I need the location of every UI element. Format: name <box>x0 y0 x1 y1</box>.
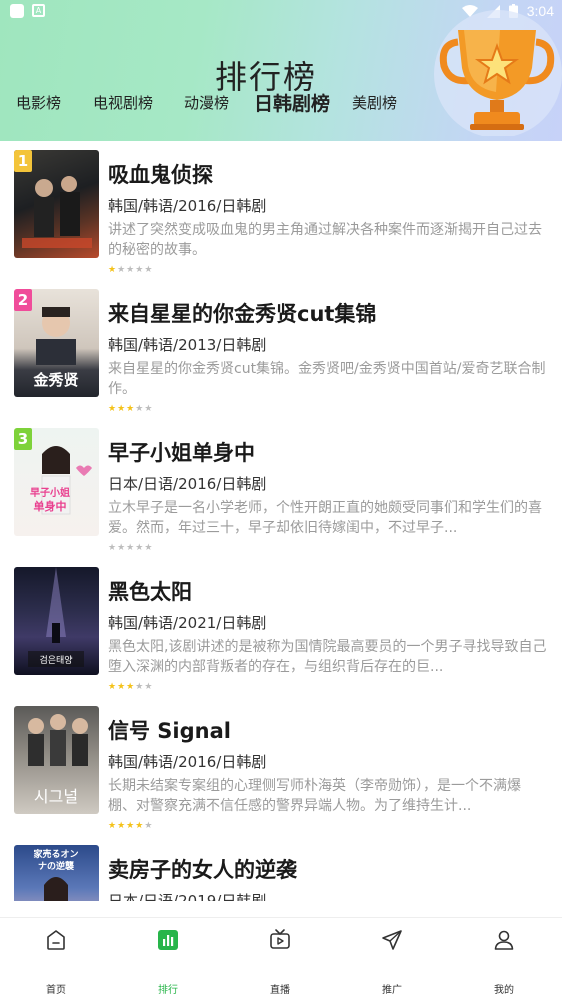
poster-image: 검은태양 <box>14 567 99 675</box>
nav-label: 推广 <box>382 985 402 996</box>
item-meta: 日本/日语/2019/日韩剧 <box>108 892 267 901</box>
item-meta: 韩国/韩语/2016/日韩剧 <box>108 753 267 771</box>
nav-ranking[interactable]: 排行 <box>112 918 224 1001</box>
star-empty-icon: ★ <box>135 265 144 275</box>
item-meta: 韩国/韩语/2016/日韩剧 <box>108 197 267 215</box>
item-description: 黑色太阳,该剧讲述的是被称为国情院最高要员的一个男子寻找导致自己堕入深渊的内部背… <box>108 639 547 675</box>
rank-badge: 1 <box>14 150 32 172</box>
star-empty-icon: ★ <box>144 821 153 831</box>
svg-text:검은태양: 검은태양 <box>39 654 72 666</box>
tab-us-drama[interactable]: 美剧榜 <box>352 92 397 113</box>
item-meta: 日本/日语/2016/日韩剧 <box>108 475 267 493</box>
star-filled-icon: ★ <box>108 682 117 692</box>
star-empty-icon: ★ <box>117 543 126 553</box>
star-rating: ★ ★ ★ ★ ★ <box>108 682 152 692</box>
poster-image: 早子小姐 单身中 3 <box>14 428 99 536</box>
item-description: 立木早子是一名小学老师，个性开朗正直的她颇受同事们和学生们的喜爱。然而，年过三十… <box>108 500 542 536</box>
star-empty-icon: ★ <box>144 265 153 275</box>
paper-plane-icon <box>382 930 402 950</box>
notification-icon <box>10 4 24 18</box>
star-rating: ★ ★ ★ ★ ★ <box>108 821 152 831</box>
star-rating: ★ ★ ★ ★ ★ <box>108 404 152 414</box>
star-filled-icon: ★ <box>117 404 126 414</box>
tv-icon <box>270 929 290 949</box>
bottom-nav: 首页 排行 直播 推广 我的 <box>0 917 562 1000</box>
poster-image: 金秀贤 2 <box>14 289 99 397</box>
tab-movie[interactable]: 电影榜 <box>16 92 61 113</box>
svg-text:家売るオン: 家売るオン <box>33 848 78 860</box>
tab-anime[interactable]: 动漫榜 <box>184 92 229 113</box>
star-empty-icon: ★ <box>144 543 153 553</box>
list-item[interactable]: 시그널 信号 Signal 韩国/韩语/2016/日韩剧 长期未结案专案组的心理… <box>0 697 562 836</box>
ranking-list: 1 吸血鬼侦探 韩国/韩语/2016/日韩剧 讲述了突然变成吸血鬼的男主角通过解… <box>0 141 562 901</box>
star-empty-icon: ★ <box>117 265 126 275</box>
a-notification-icon: A <box>32 4 45 17</box>
nav-label: 排行 <box>158 985 178 996</box>
svg-text:ナの逆襲: ナの逆襲 <box>38 860 75 872</box>
svg-text:시그널: 시그널 <box>34 787 78 806</box>
star-filled-icon: ★ <box>117 682 126 692</box>
star-filled-icon: ★ <box>108 265 117 275</box>
rank-badge: 2 <box>14 289 32 311</box>
star-filled-icon: ★ <box>117 821 126 831</box>
star-empty-icon: ★ <box>135 682 144 692</box>
star-filled-icon: ★ <box>108 404 117 414</box>
item-description: 来自星星的你金秀贤cut集锦。金秀贤吧/金秀贤中国首站/爱奇艺联合制作。 <box>108 361 546 397</box>
poster-image: 家売るオン ナの逆襲 <box>14 845 99 901</box>
item-title: 早子小姐单身中 <box>108 441 255 465</box>
item-title: 吸血鬼侦探 <box>108 163 213 187</box>
nav-label: 直播 <box>270 985 290 996</box>
tab-tv-series[interactable]: 电视剧榜 <box>93 92 153 113</box>
tab-jp-kr-drama[interactable]: 日韩剧榜 <box>254 89 330 116</box>
star-filled-icon: ★ <box>108 821 117 831</box>
star-empty-icon: ★ <box>126 543 135 553</box>
item-description: 长期未结案专案组的心理侧写师朴海英（李帝勋饰），是一个不满爆棚、对警察充满不信任… <box>108 778 521 814</box>
star-empty-icon: ★ <box>135 543 144 553</box>
nav-profile[interactable]: 我的 <box>448 918 560 1001</box>
star-filled-icon: ★ <box>135 821 144 831</box>
item-title: 卖房子的女人的逆袭 <box>108 858 297 882</box>
nav-home[interactable]: 首页 <box>0 918 112 1001</box>
item-title: 信号 Signal <box>108 719 231 743</box>
star-empty-icon: ★ <box>108 543 117 553</box>
item-meta: 韩国/韩语/2021/日韩剧 <box>108 614 267 632</box>
svg-text:金秀贤: 金秀贤 <box>32 371 78 389</box>
svg-text:早子小姐: 早子小姐 <box>30 486 70 499</box>
nav-live[interactable]: 直播 <box>224 918 336 1001</box>
poster-image: 1 <box>14 150 99 258</box>
star-rating: ★ ★ ★ ★ ★ <box>108 265 152 275</box>
header: A 3:04 排行榜 电影榜 电视剧榜 动漫榜 日韩剧榜 美剧榜 <box>0 0 562 141</box>
star-filled-icon: ★ <box>126 404 135 414</box>
item-meta: 韩国/韩语/2013/日韩剧 <box>108 336 267 354</box>
nav-label: 我的 <box>494 985 514 996</box>
poster-image: 시그널 <box>14 706 99 814</box>
item-title: 来自星星的你金秀贤cut集锦 <box>108 302 377 326</box>
star-empty-icon: ★ <box>144 404 153 414</box>
star-rating: ★ ★ ★ ★ ★ <box>108 543 152 553</box>
nav-promote[interactable]: 推广 <box>336 918 448 1001</box>
star-empty-icon: ★ <box>135 404 144 414</box>
list-item[interactable]: 早子小姐 单身中 3 早子小姐单身中 日本/日语/2016/日韩剧 立木早子是一… <box>0 419 562 558</box>
ranking-icon <box>158 930 178 950</box>
star-empty-icon: ★ <box>144 682 153 692</box>
list-item[interactable]: 검은태양 黑色太阳 韩国/韩语/2021/日韩剧 黑色太阳,该剧讲述的是被称为国… <box>0 558 562 697</box>
user-icon <box>494 930 514 950</box>
trophy-icon <box>434 10 562 136</box>
star-filled-icon: ★ <box>126 821 135 831</box>
item-title: 黑色太阳 <box>108 580 192 604</box>
list-item[interactable]: 金秀贤 2 来自星星的你金秀贤cut集锦 韩国/韩语/2013/日韩剧 来自星星… <box>0 280 562 419</box>
list-item[interactable]: 家売るオン ナの逆襲 卖房子的女人的逆袭 日本/日语/2019/日韩剧 <box>0 836 562 901</box>
star-empty-icon: ★ <box>126 265 135 275</box>
category-tabs: 电影榜 电视剧榜 动漫榜 日韩剧榜 美剧榜 <box>0 92 430 122</box>
star-filled-icon: ★ <box>126 682 135 692</box>
svg-text:单身中: 单身中 <box>34 499 67 513</box>
list-item[interactable]: 1 吸血鬼侦探 韩国/韩语/2016/日韩剧 讲述了突然变成吸血鬼的男主角通过解… <box>0 141 562 280</box>
home-icon <box>47 930 65 950</box>
nav-label: 首页 <box>46 985 66 996</box>
item-description: 讲述了突然变成吸血鬼的男主角通过解决各种案件而逐渐揭开自己过去的秘密的故事。 <box>108 222 542 258</box>
rank-badge: 3 <box>14 428 32 450</box>
